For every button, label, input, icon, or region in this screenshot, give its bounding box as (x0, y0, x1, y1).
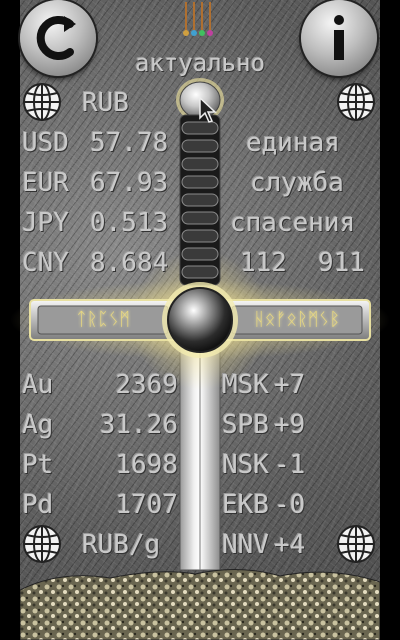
rate-code: EUR (22, 168, 69, 198)
metal-code: Ag (22, 410, 54, 440)
tz-offset: -0 (274, 490, 306, 520)
tz-offset: +4 (274, 530, 306, 560)
tz-city: EKB (222, 490, 269, 520)
metal-value: 1698 (115, 450, 178, 480)
rune-text-right: ᚺᛟᚠᛟᚱᛗᛊᛒ (253, 309, 341, 330)
rate-value: 67.93 (90, 168, 169, 198)
rate-value: 57.78 (90, 128, 169, 158)
tz-offset: +9 (274, 410, 306, 440)
emergency-line: служба (250, 168, 344, 198)
emergency-line: единая (246, 128, 340, 158)
status-text: актуально (134, 49, 266, 77)
metal-value: 1707 (115, 490, 178, 520)
metal-unit: RUB/g (82, 530, 161, 560)
tz-city: SPB (222, 410, 269, 440)
metal-value: 2369 (115, 370, 178, 400)
cursor-icon (199, 96, 217, 123)
tz-city: MSK (222, 370, 269, 400)
rate-code: USD (22, 128, 69, 158)
grip-wrap (181, 157, 219, 171)
emergency-line: спасения (230, 208, 356, 238)
grip-wrap (181, 139, 219, 153)
metal-value: 31.26 (99, 410, 178, 440)
grip-wrap (181, 247, 219, 261)
grip-wrap (181, 229, 219, 243)
app-root: ᛏᚱᛈᛊᛗ ᚺᛟᚠᛟᚱᛗᛊᛒ актуально RUB USD 57.78 E… (0, 0, 400, 640)
grip-wrap (181, 175, 219, 189)
abacus-icon (183, 2, 213, 36)
rock-base (20, 569, 380, 640)
tz-city: NNV (222, 530, 269, 560)
tz-offset: -1 (274, 450, 306, 480)
emergency-number[interactable]: 112 (240, 248, 287, 278)
grip-wrap (181, 211, 219, 225)
metal-code: Pt (22, 450, 54, 480)
globe-icon[interactable] (22, 82, 62, 122)
tz-city: NSK (222, 450, 269, 480)
grip-wrap (181, 265, 219, 279)
rune-text-left: ᛏᚱᛈᛊᛗ (76, 309, 130, 330)
grip-wrap (181, 193, 219, 207)
rate-code: JPY (22, 208, 69, 238)
metal-code: Au (22, 370, 54, 400)
globe-icon[interactable] (336, 524, 376, 564)
globe-icon[interactable] (22, 524, 62, 564)
rate-code: CNY (22, 248, 69, 278)
globe-icon[interactable] (336, 82, 376, 122)
tz-offset: +7 (274, 370, 306, 400)
base-currency: RUB (82, 88, 129, 118)
rate-value: 0.513 (90, 208, 169, 238)
emergency-number[interactable]: 911 (318, 248, 365, 278)
rate-value: 8.684 (90, 248, 169, 278)
metal-code: Pd (22, 490, 54, 520)
